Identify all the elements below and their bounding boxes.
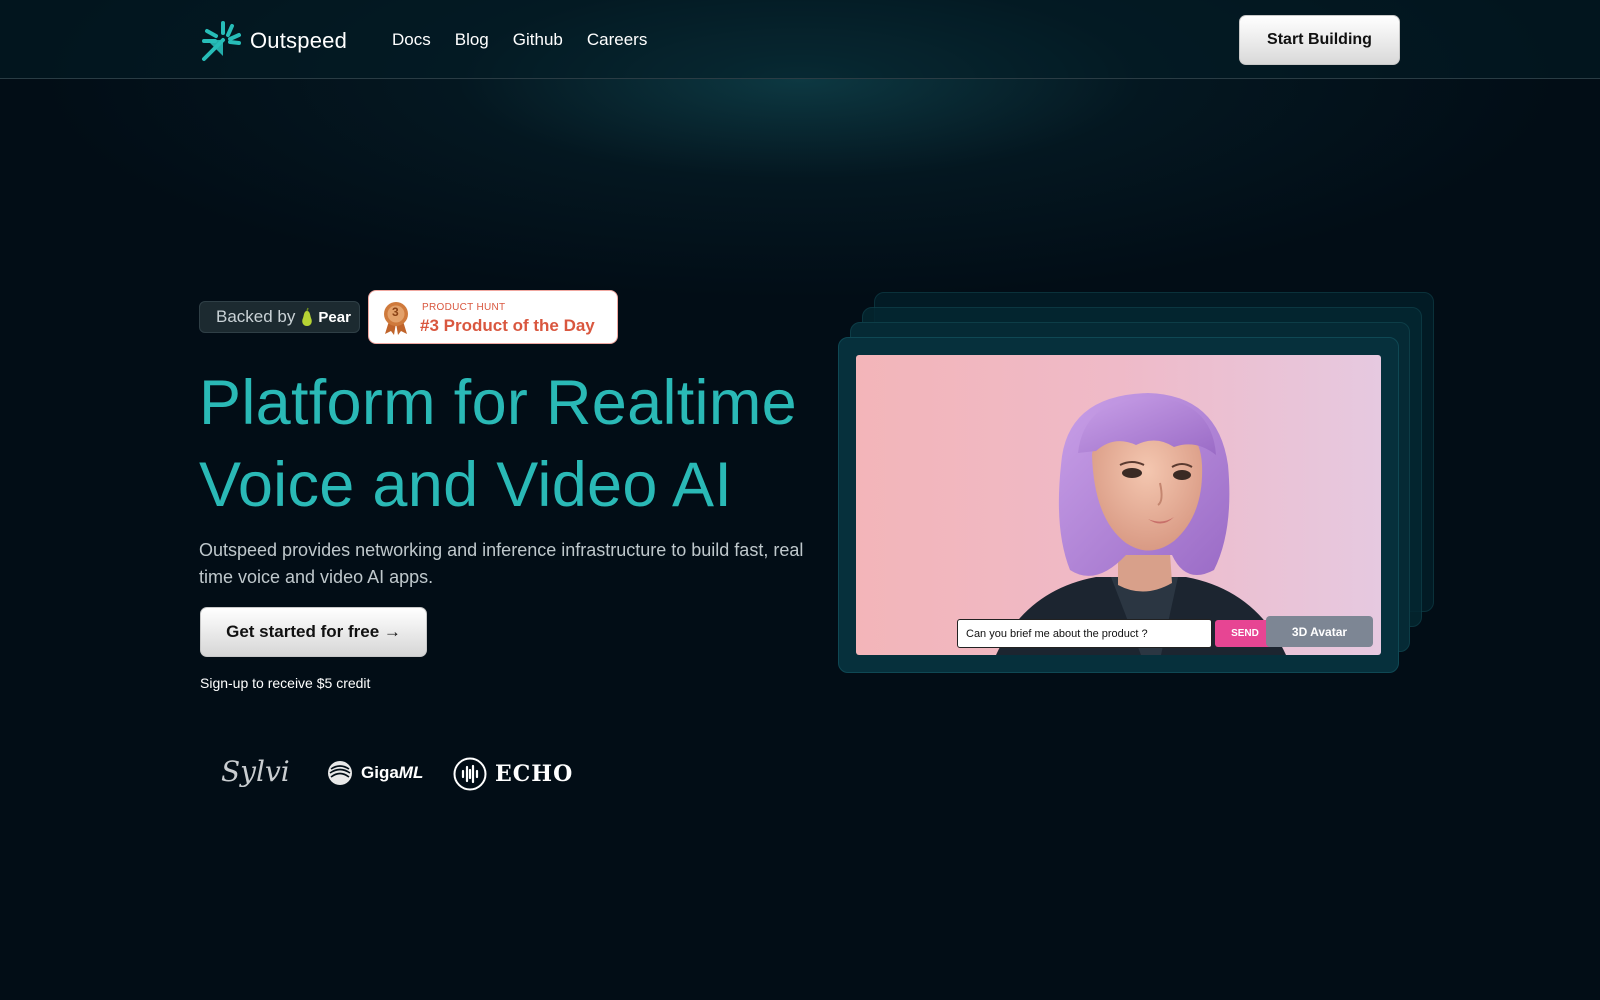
start-building-button[interactable]: Start Building (1239, 15, 1400, 65)
pear-name: Pear (318, 308, 351, 326)
nav-link-docs[interactable]: Docs (392, 30, 431, 50)
headline-line-1: Platform for Realtime (199, 368, 797, 438)
nav-link-careers[interactable]: Careers (587, 30, 647, 50)
headline-line-2: Voice and Video AI (199, 450, 733, 520)
gigaml-wordmark: GigaML (361, 763, 423, 783)
gigaml-logo-icon (328, 761, 352, 785)
get-started-button[interactable]: Get started for free → (200, 607, 427, 657)
3d-avatar-button[interactable]: 3D Avatar (1266, 616, 1373, 647)
product-hunt-label: PRODUCT HUNT (422, 302, 506, 313)
gigaml-wordmark-b: ML (398, 763, 424, 782)
nav-link-blog[interactable]: Blog (455, 30, 489, 50)
echo-logo: ECHO (453, 757, 573, 791)
3d-avatar-illustration (996, 393, 1286, 655)
pear-icon (302, 307, 313, 326)
nav-links: Docs Blog Github Careers (392, 30, 647, 50)
chat-input[interactable] (957, 619, 1212, 648)
avatar-video (856, 355, 1381, 655)
gigaml-wordmark-a: Giga (361, 763, 399, 782)
product-hunt-badge[interactable]: 3 PRODUCT HUNT #3 Product of the Day (368, 290, 618, 344)
backed-by-label: Backed by (216, 307, 296, 326)
brand-logo[interactable]: Outspeed (199, 19, 347, 63)
brand-name: Outspeed (250, 28, 348, 53)
nav-link-github[interactable]: Github (513, 30, 563, 50)
echo-wordmark: ECHO (495, 761, 574, 787)
page-title: Platform for Realtime Voice and Video AI (199, 362, 839, 526)
medal-number: 3 (392, 305, 399, 319)
gigaml-logo: GigaML (327, 760, 423, 786)
backed-by-pear-badge[interactable]: Backed by Pear (199, 301, 360, 333)
echo-waveform-icon (453, 757, 487, 791)
product-hunt-rank: #3 Product of the Day (420, 316, 595, 335)
outspeed-logo-icon (202, 21, 241, 61)
sylvi-logo: Sylvi (221, 755, 290, 788)
credit-note: Sign-up to receive $5 credit (200, 675, 371, 691)
top-nav: Outspeed Docs Blog Github Careers Start … (0, 0, 1600, 79)
hero-subtext: Outspeed provides networking and inferen… (199, 540, 804, 587)
